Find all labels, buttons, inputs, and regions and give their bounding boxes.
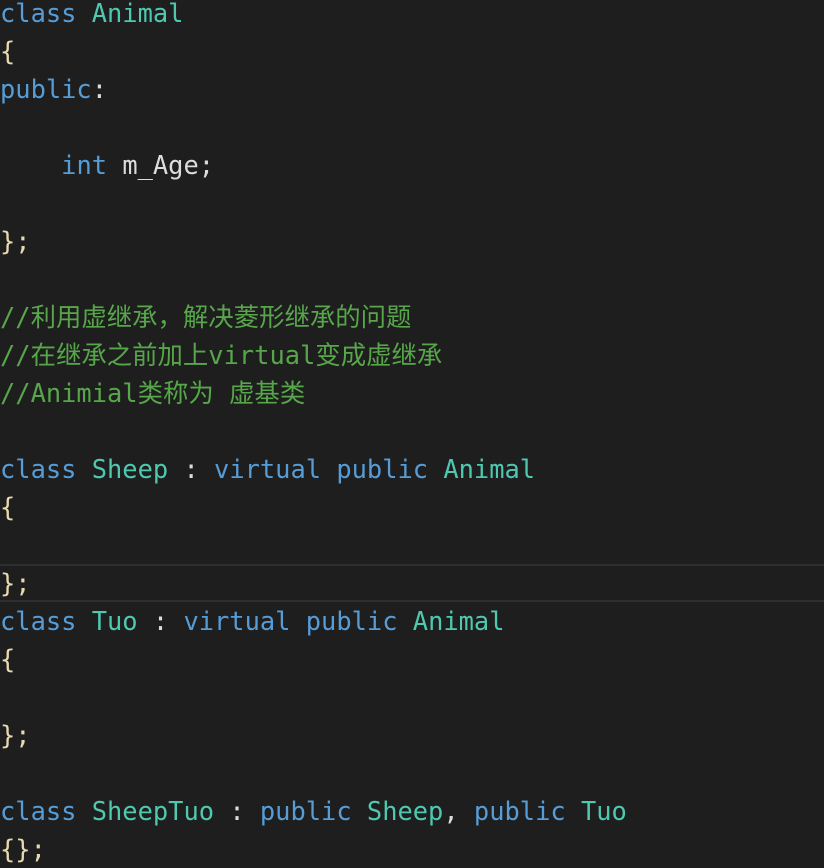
type-name-token: Animal: [91, 0, 184, 28]
code-line[interactable]: [0, 184, 824, 222]
code-line[interactable]: };: [0, 716, 824, 754]
identifier-token: m_Age: [122, 150, 199, 180]
code-line[interactable]: public:: [0, 70, 824, 108]
keyword-token: public: [0, 74, 92, 104]
code-line[interactable]: {: [0, 32, 824, 70]
keyword-token: int: [61, 150, 108, 180]
code-line[interactable]: [0, 260, 824, 298]
code-line[interactable]: {};: [0, 830, 824, 868]
keyword-token: class: [0, 606, 77, 636]
comment-token: //在继承之前加上virtual变成虚继承: [0, 340, 443, 370]
code-line[interactable]: {: [0, 640, 824, 678]
brace-token: {: [0, 644, 16, 674]
type-name-token: Tuo: [580, 796, 627, 826]
code-line[interactable]: class Tuo : virtual public Animal: [0, 602, 824, 640]
punctuation-token: :: [214, 796, 260, 826]
comment-token: //Animial类称为 虚基类: [0, 378, 306, 408]
code-line[interactable]: {: [0, 488, 824, 526]
code-editor[interactable]: class Animal { public: int m_Age;}; //利用虚继承…: [0, 0, 824, 868]
punctuation-token: :: [168, 454, 215, 484]
code-line[interactable]: //Animial类称为 虚基类: [0, 374, 824, 412]
code-line-current[interactable]: };: [0, 564, 824, 602]
brace-token: };: [0, 568, 31, 598]
code-line[interactable]: class SheepTuo : public Sheep, public Tu…: [0, 792, 824, 830]
code-line[interactable]: };: [0, 222, 824, 260]
type-name-token: Sheep: [91, 454, 169, 484]
type-name-token: Tuo: [91, 606, 138, 636]
code-line[interactable]: //在继承之前加上virtual变成虚继承: [0, 336, 824, 374]
punctuation-token: :: [137, 606, 184, 636]
comment-token: //利用虚继承，解决菱形继承的问题: [0, 302, 412, 332]
punctuation-token: :: [91, 74, 108, 104]
code-line[interactable]: [0, 412, 824, 450]
type-name-token: Animal: [443, 454, 536, 484]
keyword-token: public: [473, 796, 566, 826]
brace-token: {};: [0, 834, 46, 864]
keyword-token: class: [0, 454, 77, 484]
code-line[interactable]: [0, 526, 824, 564]
brace-token: };: [0, 226, 31, 256]
keyword-token: class: [0, 0, 77, 28]
code-line[interactable]: [0, 108, 824, 146]
keyword-token: public: [259, 796, 352, 826]
type-name-token: SheepTuo: [91, 796, 215, 826]
keyword-token: public: [336, 454, 429, 484]
code-line[interactable]: int m_Age;: [0, 146, 824, 184]
code-line[interactable]: //利用虚继承，解决菱形继承的问题: [0, 298, 824, 336]
punctuation-token: ;: [198, 150, 215, 180]
keyword-token: virtual: [183, 606, 291, 636]
code-line[interactable]: [0, 754, 824, 792]
type-name-token: Animal: [412, 606, 505, 636]
keyword-token: virtual: [214, 454, 322, 484]
keyword-token: class: [0, 796, 77, 826]
code-line[interactable]: class Animal: [0, 0, 824, 32]
code-line[interactable]: class Sheep : virtual public Animal: [0, 450, 824, 488]
code-line[interactable]: [0, 678, 824, 716]
brace-token: {: [0, 492, 16, 522]
keyword-token: public: [305, 606, 398, 636]
brace-token: };: [0, 720, 31, 750]
punctuation-token: ,: [443, 796, 474, 826]
brace-token: {: [0, 36, 16, 66]
type-name-token: Sheep: [366, 796, 444, 826]
